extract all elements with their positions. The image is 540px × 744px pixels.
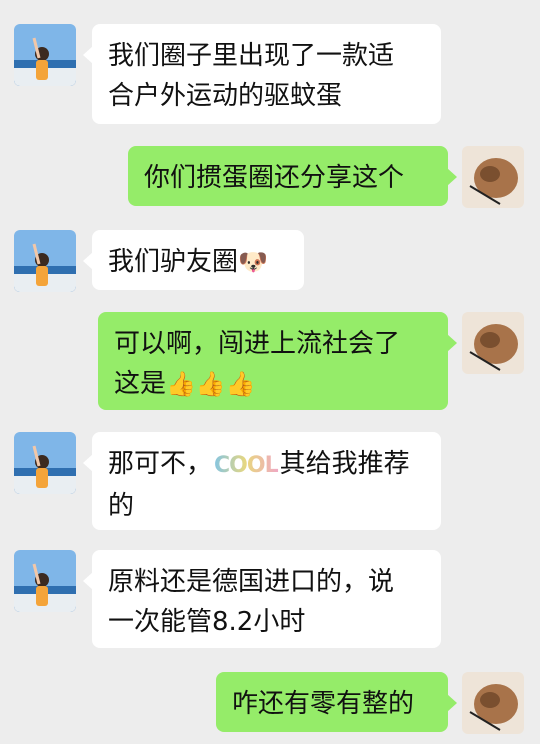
message-bubble[interactable]: 原料还是德国进口的，说 一次能管8.2小时 <box>83 550 441 648</box>
message-text: 原料还是德国进口的，说 <box>108 567 395 597</box>
message-text: 那可不，COOL其给我推荐 <box>108 444 425 486</box>
message-text: 你们掼蛋圈还分享这个 <box>144 163 405 193</box>
cool-sticker: COOL <box>212 446 280 486</box>
avatar[interactable] <box>462 312 524 374</box>
avatar[interactable] <box>14 230 76 292</box>
message-text: 这是👍👍👍 <box>114 369 256 399</box>
message-text: 我们圈子里出现了一款适 <box>108 41 395 71</box>
message-text: 我们驴友圈🐶 <box>108 247 268 277</box>
avatar[interactable] <box>462 672 524 734</box>
avatar[interactable] <box>14 550 76 612</box>
avatar[interactable] <box>14 432 76 494</box>
message-bubble[interactable]: 你们掼蛋圈还分享这个 <box>128 146 457 206</box>
avatar[interactable] <box>14 24 76 86</box>
message-bubble[interactable]: 我们驴友圈🐶 <box>83 230 304 290</box>
message-bubble[interactable]: 那可不，COOL其给我推荐 的 <box>83 432 441 530</box>
avatar[interactable] <box>462 146 524 208</box>
message-text: 合户外运动的驱蚊蛋 <box>108 81 343 111</box>
doge-emoji-icon: 🐶 <box>238 248 268 276</box>
message-text: 的 <box>108 491 135 521</box>
message-text: 一次能管8.2小时 <box>108 607 306 637</box>
message-bubble[interactable]: 咋还有零有整的 <box>216 672 457 732</box>
message-text: 咋还有零有整的 <box>232 689 415 719</box>
message-bubble[interactable]: 可以啊，闯进上流社会了 这是👍👍👍 <box>98 312 457 410</box>
message-bubble[interactable]: 我们圈子里出现了一款适 合户外运动的驱蚊蛋 <box>83 24 441 124</box>
thumbs-up-icon: 👍👍👍 <box>166 370 256 398</box>
message-text: 可以啊，闯进上流社会了 <box>114 329 401 359</box>
